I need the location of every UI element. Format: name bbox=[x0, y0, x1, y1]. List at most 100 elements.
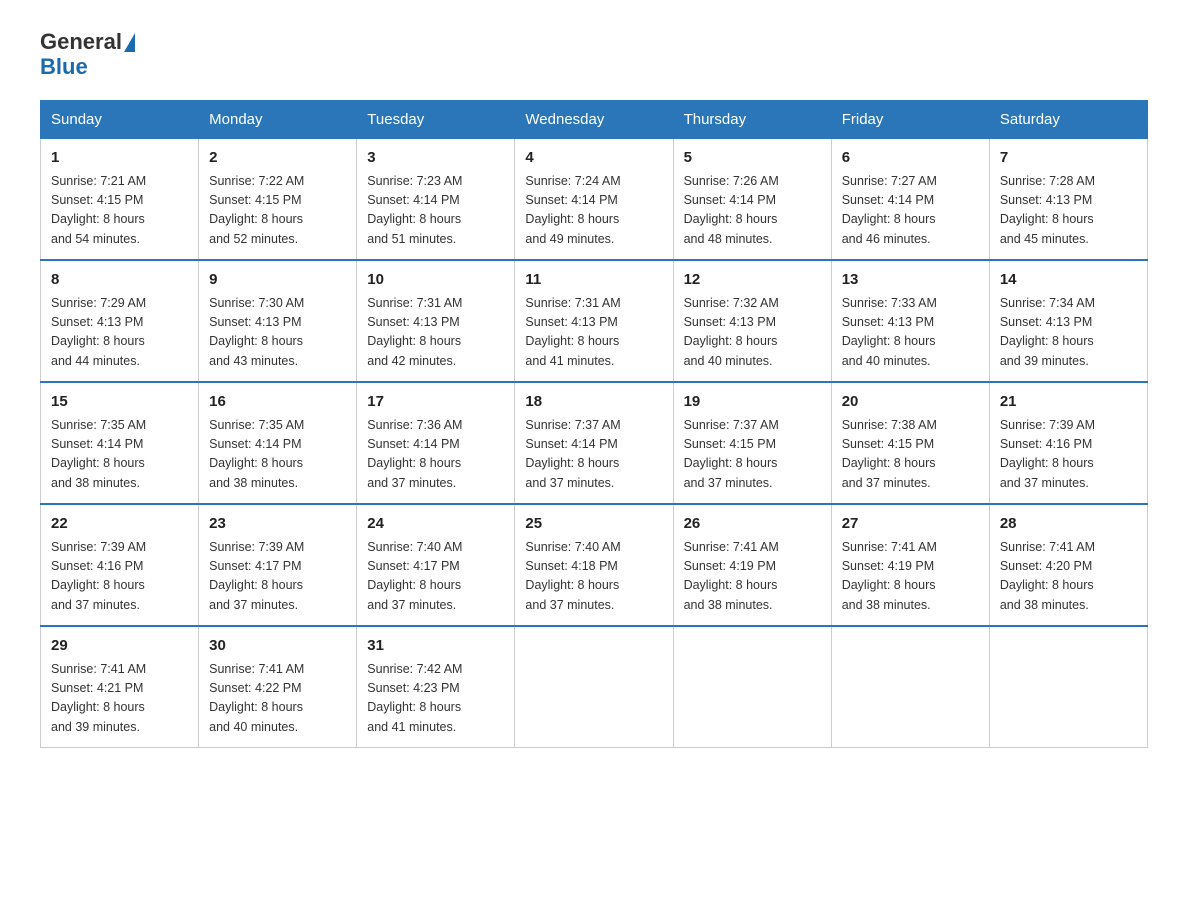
calendar-week-row: 22Sunrise: 7:39 AMSunset: 4:16 PMDayligh… bbox=[41, 504, 1148, 626]
day-number: 11 bbox=[525, 269, 662, 292]
calendar-cell bbox=[673, 626, 831, 748]
day-number: 20 bbox=[842, 391, 979, 414]
calendar-cell: 17Sunrise: 7:36 AMSunset: 4:14 PMDayligh… bbox=[357, 382, 515, 504]
calendar-cell: 13Sunrise: 7:33 AMSunset: 4:13 PMDayligh… bbox=[831, 260, 989, 382]
logo: General Blue bbox=[40, 30, 136, 80]
calendar-week-row: 15Sunrise: 7:35 AMSunset: 4:14 PMDayligh… bbox=[41, 382, 1148, 504]
day-number: 31 bbox=[367, 635, 504, 658]
calendar-table: SundayMondayTuesdayWednesdayThursdayFrid… bbox=[40, 100, 1148, 748]
day-info: Sunrise: 7:40 AMSunset: 4:17 PMDaylight:… bbox=[367, 538, 504, 616]
calendar-cell bbox=[831, 626, 989, 748]
calendar-cell: 25Sunrise: 7:40 AMSunset: 4:18 PMDayligh… bbox=[515, 504, 673, 626]
calendar-cell: 1Sunrise: 7:21 AMSunset: 4:15 PMDaylight… bbox=[41, 139, 199, 261]
calendar-cell: 5Sunrise: 7:26 AMSunset: 4:14 PMDaylight… bbox=[673, 139, 831, 261]
day-number: 4 bbox=[525, 147, 662, 170]
day-number: 5 bbox=[684, 147, 821, 170]
calendar-week-row: 1Sunrise: 7:21 AMSunset: 4:15 PMDaylight… bbox=[41, 139, 1148, 261]
calendar-cell: 6Sunrise: 7:27 AMSunset: 4:14 PMDaylight… bbox=[831, 139, 989, 261]
day-info: Sunrise: 7:37 AMSunset: 4:15 PMDaylight:… bbox=[684, 416, 821, 494]
calendar-cell: 22Sunrise: 7:39 AMSunset: 4:16 PMDayligh… bbox=[41, 504, 199, 626]
day-number: 28 bbox=[1000, 513, 1137, 536]
day-info: Sunrise: 7:41 AMSunset: 4:21 PMDaylight:… bbox=[51, 660, 188, 738]
day-number: 14 bbox=[1000, 269, 1137, 292]
day-info: Sunrise: 7:26 AMSunset: 4:14 PMDaylight:… bbox=[684, 172, 821, 250]
weekday-header-saturday: Saturday bbox=[989, 101, 1147, 139]
day-info: Sunrise: 7:37 AMSunset: 4:14 PMDaylight:… bbox=[525, 416, 662, 494]
calendar-cell: 4Sunrise: 7:24 AMSunset: 4:14 PMDaylight… bbox=[515, 139, 673, 261]
day-info: Sunrise: 7:28 AMSunset: 4:13 PMDaylight:… bbox=[1000, 172, 1137, 250]
calendar-cell: 28Sunrise: 7:41 AMSunset: 4:20 PMDayligh… bbox=[989, 504, 1147, 626]
day-number: 10 bbox=[367, 269, 504, 292]
day-info: Sunrise: 7:23 AMSunset: 4:14 PMDaylight:… bbox=[367, 172, 504, 250]
day-info: Sunrise: 7:41 AMSunset: 4:19 PMDaylight:… bbox=[842, 538, 979, 616]
logo-text-general: General bbox=[40, 30, 122, 54]
day-number: 3 bbox=[367, 147, 504, 170]
calendar-week-row: 8Sunrise: 7:29 AMSunset: 4:13 PMDaylight… bbox=[41, 260, 1148, 382]
calendar-cell: 10Sunrise: 7:31 AMSunset: 4:13 PMDayligh… bbox=[357, 260, 515, 382]
day-number: 22 bbox=[51, 513, 188, 536]
weekday-header-thursday: Thursday bbox=[673, 101, 831, 139]
calendar-cell: 15Sunrise: 7:35 AMSunset: 4:14 PMDayligh… bbox=[41, 382, 199, 504]
day-number: 9 bbox=[209, 269, 346, 292]
day-info: Sunrise: 7:40 AMSunset: 4:18 PMDaylight:… bbox=[525, 538, 662, 616]
day-number: 13 bbox=[842, 269, 979, 292]
day-number: 29 bbox=[51, 635, 188, 658]
calendar-cell: 23Sunrise: 7:39 AMSunset: 4:17 PMDayligh… bbox=[199, 504, 357, 626]
day-info: Sunrise: 7:32 AMSunset: 4:13 PMDaylight:… bbox=[684, 294, 821, 372]
weekday-header-tuesday: Tuesday bbox=[357, 101, 515, 139]
day-number: 16 bbox=[209, 391, 346, 414]
calendar-cell: 26Sunrise: 7:41 AMSunset: 4:19 PMDayligh… bbox=[673, 504, 831, 626]
day-number: 21 bbox=[1000, 391, 1137, 414]
day-info: Sunrise: 7:24 AMSunset: 4:14 PMDaylight:… bbox=[525, 172, 662, 250]
calendar-cell: 3Sunrise: 7:23 AMSunset: 4:14 PMDaylight… bbox=[357, 139, 515, 261]
calendar-cell: 14Sunrise: 7:34 AMSunset: 4:13 PMDayligh… bbox=[989, 260, 1147, 382]
day-info: Sunrise: 7:31 AMSunset: 4:13 PMDaylight:… bbox=[367, 294, 504, 372]
day-info: Sunrise: 7:34 AMSunset: 4:13 PMDaylight:… bbox=[1000, 294, 1137, 372]
day-info: Sunrise: 7:29 AMSunset: 4:13 PMDaylight:… bbox=[51, 294, 188, 372]
day-info: Sunrise: 7:39 AMSunset: 4:16 PMDaylight:… bbox=[51, 538, 188, 616]
day-number: 1 bbox=[51, 147, 188, 170]
day-info: Sunrise: 7:21 AMSunset: 4:15 PMDaylight:… bbox=[51, 172, 188, 250]
calendar-cell: 31Sunrise: 7:42 AMSunset: 4:23 PMDayligh… bbox=[357, 626, 515, 748]
day-number: 7 bbox=[1000, 147, 1137, 170]
day-info: Sunrise: 7:41 AMSunset: 4:20 PMDaylight:… bbox=[1000, 538, 1137, 616]
calendar-cell: 7Sunrise: 7:28 AMSunset: 4:13 PMDaylight… bbox=[989, 139, 1147, 261]
day-number: 12 bbox=[684, 269, 821, 292]
calendar-cell: 20Sunrise: 7:38 AMSunset: 4:15 PMDayligh… bbox=[831, 382, 989, 504]
weekday-header-row: SundayMondayTuesdayWednesdayThursdayFrid… bbox=[41, 101, 1148, 139]
day-number: 26 bbox=[684, 513, 821, 536]
logo-blue-text: Blue bbox=[40, 54, 88, 79]
day-info: Sunrise: 7:39 AMSunset: 4:17 PMDaylight:… bbox=[209, 538, 346, 616]
day-info: Sunrise: 7:35 AMSunset: 4:14 PMDaylight:… bbox=[51, 416, 188, 494]
day-info: Sunrise: 7:33 AMSunset: 4:13 PMDaylight:… bbox=[842, 294, 979, 372]
day-info: Sunrise: 7:35 AMSunset: 4:14 PMDaylight:… bbox=[209, 416, 346, 494]
day-number: 6 bbox=[842, 147, 979, 170]
page-header: General Blue bbox=[40, 30, 1148, 80]
day-number: 15 bbox=[51, 391, 188, 414]
calendar-cell: 24Sunrise: 7:40 AMSunset: 4:17 PMDayligh… bbox=[357, 504, 515, 626]
calendar-week-row: 29Sunrise: 7:41 AMSunset: 4:21 PMDayligh… bbox=[41, 626, 1148, 748]
day-number: 18 bbox=[525, 391, 662, 414]
day-number: 17 bbox=[367, 391, 504, 414]
calendar-cell: 29Sunrise: 7:41 AMSunset: 4:21 PMDayligh… bbox=[41, 626, 199, 748]
day-number: 2 bbox=[209, 147, 346, 170]
day-number: 25 bbox=[525, 513, 662, 536]
day-info: Sunrise: 7:41 AMSunset: 4:22 PMDaylight:… bbox=[209, 660, 346, 738]
day-info: Sunrise: 7:38 AMSunset: 4:15 PMDaylight:… bbox=[842, 416, 979, 494]
day-info: Sunrise: 7:42 AMSunset: 4:23 PMDaylight:… bbox=[367, 660, 504, 738]
calendar-cell: 12Sunrise: 7:32 AMSunset: 4:13 PMDayligh… bbox=[673, 260, 831, 382]
calendar-cell: 19Sunrise: 7:37 AMSunset: 4:15 PMDayligh… bbox=[673, 382, 831, 504]
day-info: Sunrise: 7:41 AMSunset: 4:19 PMDaylight:… bbox=[684, 538, 821, 616]
weekday-header-friday: Friday bbox=[831, 101, 989, 139]
day-info: Sunrise: 7:31 AMSunset: 4:13 PMDaylight:… bbox=[525, 294, 662, 372]
day-info: Sunrise: 7:39 AMSunset: 4:16 PMDaylight:… bbox=[1000, 416, 1137, 494]
calendar-cell: 2Sunrise: 7:22 AMSunset: 4:15 PMDaylight… bbox=[199, 139, 357, 261]
calendar-cell: 27Sunrise: 7:41 AMSunset: 4:19 PMDayligh… bbox=[831, 504, 989, 626]
weekday-header-wednesday: Wednesday bbox=[515, 101, 673, 139]
calendar-cell bbox=[515, 626, 673, 748]
logo-arrow-icon bbox=[124, 33, 135, 52]
weekday-header-sunday: Sunday bbox=[41, 101, 199, 139]
calendar-cell: 8Sunrise: 7:29 AMSunset: 4:13 PMDaylight… bbox=[41, 260, 199, 382]
calendar-cell: 9Sunrise: 7:30 AMSunset: 4:13 PMDaylight… bbox=[199, 260, 357, 382]
calendar-cell: 21Sunrise: 7:39 AMSunset: 4:16 PMDayligh… bbox=[989, 382, 1147, 504]
